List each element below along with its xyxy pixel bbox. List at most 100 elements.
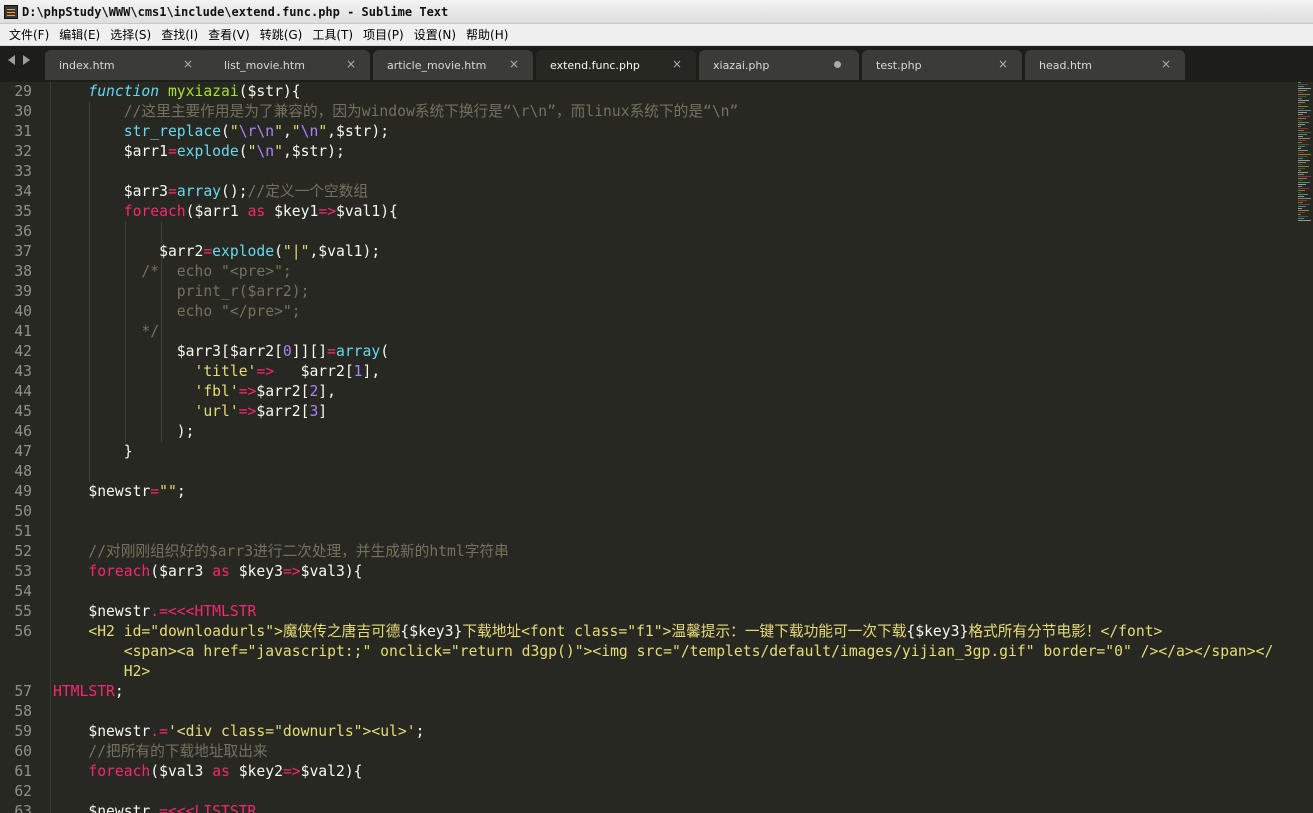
code-line[interactable]: 38 /* echo "<pre>"; [0, 262, 1273, 282]
code-line[interactable]: 29 function myxiazai($str){ [0, 82, 1273, 102]
code-line[interactable]: 48 [0, 462, 1273, 482]
code-line[interactable]: 46 ); [0, 422, 1273, 442]
menu-project[interactable]: 项目(P) [358, 26, 409, 43]
code-line[interactable]: 41 */ [0, 322, 1273, 342]
code-line[interactable]: 55 $newstr.=<<<HTMLSTR [0, 602, 1273, 622]
code-line[interactable]: 37 $arr2=explode("|",$val1); [0, 242, 1273, 262]
code-line[interactable]: 52 //对刚刚组织好的$arr3进行二次处理，并生成新的html字符串 [0, 542, 1273, 562]
unsaved-dot-icon[interactable] [834, 61, 841, 68]
tab-xiazai-php[interactable]: xiazai.php [699, 50, 859, 80]
code-line[interactable]: 35 foreach($arr1 as $key1=>$val1){ [0, 202, 1273, 222]
line-number: 35 [14, 203, 32, 220]
line-number: 48 [14, 463, 32, 480]
menu-help[interactable]: 帮助(H) [461, 26, 513, 43]
close-icon[interactable]: × [998, 57, 1008, 71]
code-line[interactable]: 49 $newstr=""; [0, 482, 1273, 502]
tab-scroll-right-icon[interactable] [23, 55, 30, 65]
code-line[interactable]: 31 str_replace("\r\n","\n",$str); [0, 122, 1273, 142]
minimap-line [1298, 90, 1307, 91]
code-token: //把所有的下载地址取出来 [53, 743, 268, 760]
line-number: 40 [14, 303, 32, 320]
menu-preferences[interactable]: 设置(N) [409, 26, 461, 43]
tab-article-movie-htm[interactable]: article_movie.htm × [373, 50, 533, 80]
code-token: " [291, 123, 301, 140]
minimap-line [1298, 216, 1308, 217]
code-area[interactable]: 29 function myxiazai($str){30 //这里主要作用是为… [0, 82, 1273, 813]
code-line[interactable]: 33 [0, 162, 1273, 182]
close-icon[interactable]: × [509, 57, 519, 71]
tab-label: list_movie.htm [224, 58, 305, 72]
code-token: $arr2[ [274, 363, 354, 380]
close-icon[interactable]: × [672, 57, 682, 71]
code-line[interactable]: 30 //这里主要作用是为了兼容的，因为window系统下换行是“\r\n”，而… [0, 102, 1273, 122]
code-token: => [238, 383, 257, 400]
tab-scroll-left-icon[interactable] [8, 55, 15, 65]
code-line[interactable]: 53 foreach($arr3 as $key3=>$val3){ [0, 562, 1273, 582]
code-editor[interactable]: 29 function myxiazai($str){30 //这里主要作用是为… [0, 82, 1313, 813]
menu-tools[interactable]: 工具(T) [307, 26, 358, 43]
line-number: 41 [14, 323, 32, 340]
code-line[interactable]: <span><a href="javascript:;" onclick="re… [0, 642, 1274, 662]
minimap-line [1298, 188, 1309, 189]
code-line[interactable]: 47 } [0, 442, 1273, 462]
code-token: = [327, 343, 336, 360]
minimap-line [1298, 102, 1305, 103]
code-text: HTMLSTR; [53, 683, 124, 700]
menu-view[interactable]: 查看(V) [203, 26, 255, 43]
code-line[interactable]: 43 'title'=> $arr2[1], [0, 362, 1273, 382]
code-line[interactable]: 57 HTMLSTR; [0, 682, 1273, 702]
minimap-line [1298, 220, 1311, 221]
code-line[interactable]: 58 [0, 702, 1273, 722]
code-line[interactable]: 54 [0, 582, 1273, 602]
code-line[interactable]: 42 $arr3[$arr2[0]][]=array( [0, 342, 1273, 362]
code-line[interactable]: 39 print_r($arr2); [0, 282, 1273, 302]
tab-test-php[interactable]: test.php × [862, 50, 1022, 80]
minimap[interactable] [1296, 82, 1313, 232]
tab-index-htm-front[interactable]: index.htm × [45, 50, 207, 80]
code-token: myxiazai [167, 83, 239, 100]
code-line[interactable]: 50 [0, 502, 1273, 522]
code-line[interactable]: 60 //把所有的下载地址取出来 [0, 742, 1273, 762]
minimap-line [1298, 152, 1304, 153]
line-number: 39 [14, 283, 32, 300]
minimap-line [1298, 134, 1307, 135]
code-line[interactable]: 63 $newstr.=<<<LISTSTR [0, 802, 1273, 813]
code-token: ], [318, 383, 336, 400]
tab-list-movie-htm[interactable]: list_movie.htm × [210, 50, 370, 80]
tab-label: extend.func.php [550, 58, 640, 72]
code-token: LISTSTR [194, 803, 257, 813]
code-token: ); [53, 423, 195, 440]
code-line[interactable]: 51 [0, 522, 1273, 542]
code-token: $arr3[$arr2[ [53, 343, 283, 360]
code-line[interactable]: 34 $arr3=array();//定义一个空数组 [0, 182, 1273, 202]
code-token: ( [221, 123, 230, 140]
menu-selection[interactable]: 选择(S) [105, 26, 156, 43]
line-number: 33 [14, 163, 32, 180]
code-line[interactable]: 45 'url'=>$arr2[3] [0, 402, 1273, 422]
menu-file[interactable]: 文件(F) [4, 26, 54, 43]
code-line[interactable]: 59 $newstr.='<div class="downurls"><ul>'… [0, 722, 1273, 742]
tab-extend-func-php[interactable]: extend.func.php × [536, 50, 696, 80]
code-line[interactable]: 40 echo "</pre>"; [0, 302, 1273, 322]
code-line[interactable]: 44 'fbl'=>$arr2[2], [0, 382, 1273, 402]
close-icon[interactable]: × [1161, 57, 1171, 71]
code-line[interactable]: 32 $arr1=explode("\n",$str); [0, 142, 1273, 162]
tab-head-htm[interactable]: head.htm × [1025, 50, 1185, 80]
line-number: 52 [14, 543, 32, 560]
code-line[interactable]: H2> [0, 662, 1273, 682]
close-icon[interactable]: × [346, 57, 356, 71]
code-line[interactable]: 61 foreach($val3 as $key2=>$val2){ [0, 762, 1273, 782]
minimap-line [1298, 130, 1304, 131]
menu-find[interactable]: 查找(I) [156, 26, 203, 43]
close-icon[interactable]: × [183, 57, 193, 71]
minimap-line [1298, 160, 1310, 161]
code-line[interactable]: 56 <H2 id="downloadurls">魔侠传之唐吉可德{$key3}… [0, 622, 1273, 642]
code-line[interactable]: 36 [0, 222, 1273, 242]
menu-goto[interactable]: 转跳(G) [255, 26, 308, 43]
menu-bar: 文件(F) 编辑(E) 选择(S) 查找(I) 查看(V) 转跳(G) 工具(T… [0, 24, 1313, 46]
menu-edit[interactable]: 编辑(E) [54, 26, 105, 43]
code-token: \n [300, 123, 319, 140]
code-token: $newstr [53, 603, 151, 620]
code-line[interactable]: 62 [0, 782, 1273, 802]
minimap-line [1298, 150, 1308, 151]
